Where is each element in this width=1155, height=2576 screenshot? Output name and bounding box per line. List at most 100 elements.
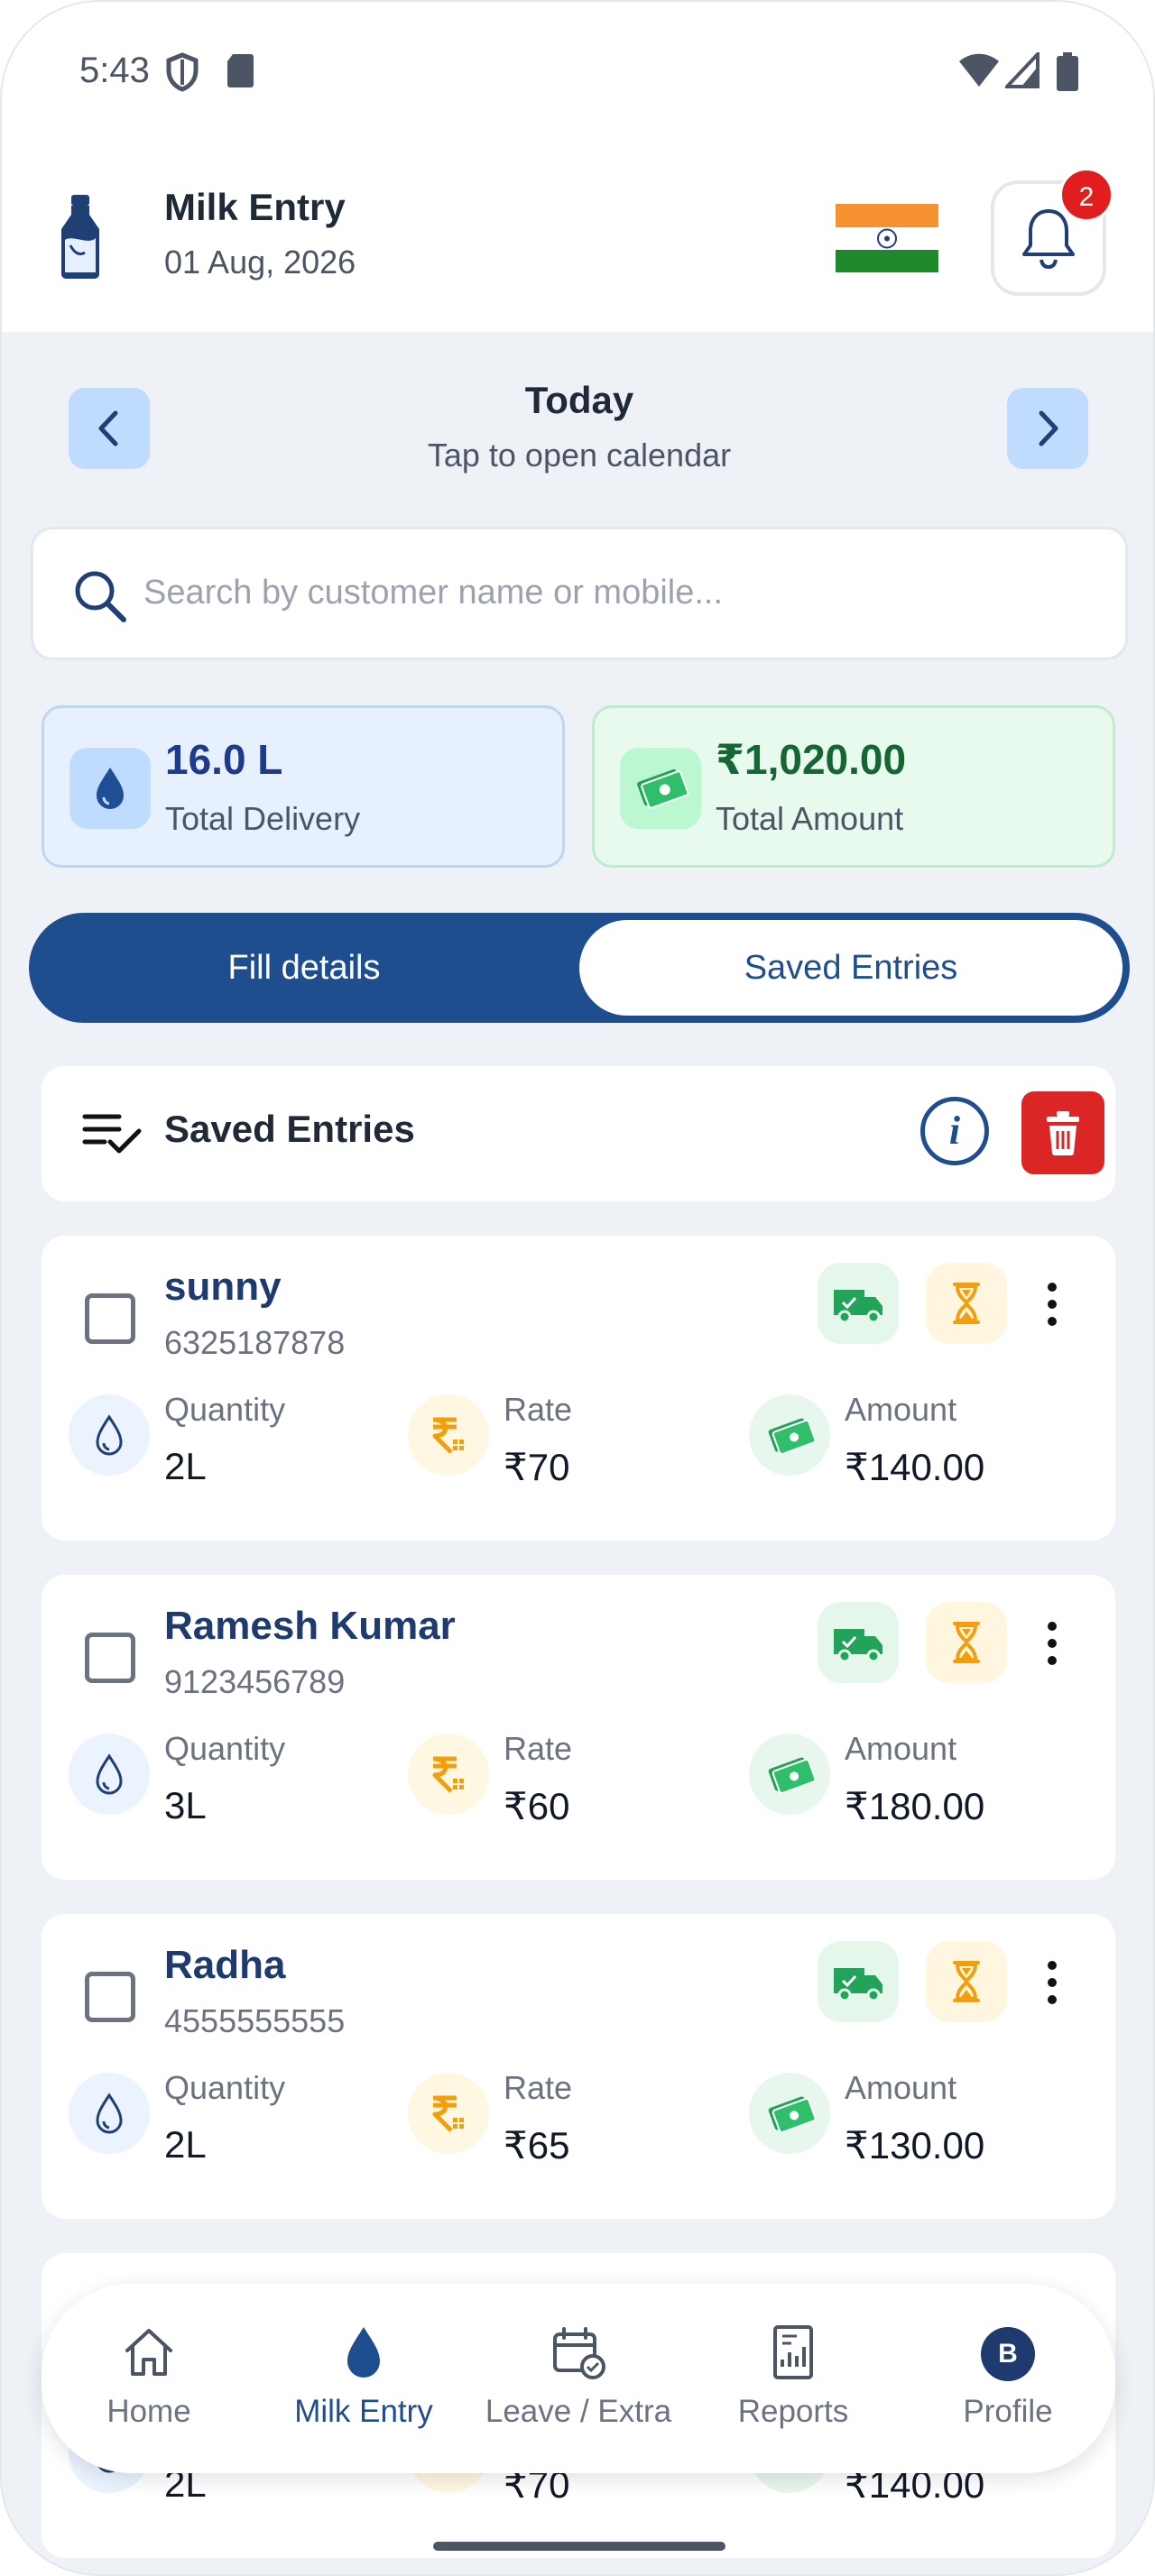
total-delivery-value: 16.0 L: [165, 736, 283, 783]
total-amount-card: ₹1,020.00 Total Amount: [592, 705, 1115, 868]
quantity-value: 2L: [164, 1445, 207, 1487]
delivery-status-button[interactable]: [818, 1263, 899, 1344]
calendar-check-icon: [553, 2327, 605, 2379]
milk-bottle-icon: [61, 195, 99, 279]
bottom-navigation: Home Milk Entry Leave / Extra Reports B …: [42, 2284, 1115, 2473]
truck-icon: [834, 1968, 882, 2002]
tab-saved-entries[interactable]: Saved Entries: [579, 920, 1123, 1016]
delete-button[interactable]: [1021, 1091, 1104, 1174]
battery-icon: [1057, 52, 1078, 91]
more-options-button[interactable]: [1034, 1957, 1070, 2011]
pending-status-button[interactable]: [926, 1602, 1007, 1683]
cash-icon: [620, 748, 701, 829]
entry-card[interactable]: Ramesh Kumar 9123456789 Quantity 3L Rate…: [42, 1575, 1115, 1880]
signal-icon: [1005, 52, 1040, 88]
hourglass-icon: [953, 1961, 980, 2002]
notification-badge: 2: [1059, 168, 1113, 222]
avatar: B: [981, 2327, 1035, 2381]
nav-leave-extra-label: Leave / Extra: [485, 2394, 672, 2429]
cash-icon: [749, 1734, 830, 1815]
more-options-button[interactable]: [1034, 1279, 1070, 1333]
drop-icon: [69, 748, 151, 829]
quantity-label: Quantity: [164, 2069, 286, 2106]
nav-milk-entry-label: Milk Entry: [294, 2394, 433, 2429]
search-icon: [75, 571, 126, 622]
total-delivery-card: 16.0 L Total Delivery: [42, 705, 565, 868]
hourglass-icon: [953, 1622, 980, 1663]
entry-checkbox[interactable]: [85, 1293, 135, 1344]
report-icon: [773, 2325, 813, 2379]
tab-fill-details[interactable]: Fill details: [29, 913, 579, 1023]
pending-status-button[interactable]: [926, 1263, 1007, 1344]
search-input[interactable]: [143, 566, 1100, 620]
more-options-button[interactable]: [1034, 1618, 1070, 1672]
home-icon: [125, 2329, 172, 2376]
nav-home[interactable]: Home: [42, 2284, 256, 2473]
drop-icon: [347, 2327, 380, 2378]
quantity-value: 2L: [164, 2123, 207, 2166]
quantity-label: Quantity: [164, 1391, 286, 1428]
customer-mobile: 9123456789: [164, 1663, 346, 1700]
nav-reports-label: Reports: [737, 2394, 849, 2429]
truck-icon: [834, 1290, 882, 1324]
entry-card[interactable]: Radha 4555555555 Quantity 2L Rate ₹65 Am…: [42, 1914, 1115, 2219]
delivery-status-button[interactable]: [818, 1602, 899, 1683]
trash-icon: [1047, 1111, 1079, 1155]
customer-name: Ramesh Kumar: [164, 1604, 456, 1648]
nav-milk-entry[interactable]: Milk Entry: [256, 2284, 471, 2473]
entry-checkbox[interactable]: [85, 1972, 135, 2022]
pending-status-button[interactable]: [926, 1941, 1007, 2022]
app-header: Milk Entry 01 Aug, 2026 2: [2, 146, 1153, 332]
drop-icon: [69, 2073, 150, 2154]
rate-label: Rate: [504, 2069, 573, 2106]
rate-value: ₹70: [504, 1446, 570, 1488]
status-bar: 5:43: [2, 2, 1153, 146]
cash-icon: [749, 1394, 830, 1476]
total-delivery-label: Total Delivery: [165, 800, 361, 837]
rate-value: ₹65: [504, 2124, 570, 2167]
customer-mobile: 6325187878: [164, 1324, 346, 1361]
total-amount-label: Total Amount: [716, 800, 904, 837]
wifi-icon: [959, 53, 999, 87]
quantity-label: Quantity: [164, 1730, 286, 1767]
info-button[interactable]: i: [920, 1097, 989, 1165]
checklist-icon: [82, 1114, 142, 1154]
customer-name: Radha: [164, 1943, 286, 1987]
total-amount-value: ₹1,020.00: [716, 736, 907, 783]
view-toggle: Fill details Saved Entries: [29, 913, 1130, 1023]
rupee-icon: [408, 1394, 489, 1476]
delivery-status-button[interactable]: [818, 1941, 899, 2022]
entry-checkbox[interactable]: [85, 1633, 135, 1683]
nav-profile[interactable]: B Profile: [901, 2284, 1115, 2473]
entry-card[interactable]: sunny 6325187878 Quantity 2L Rate ₹70 Am…: [42, 1236, 1115, 1541]
header-date: 01 Aug, 2026: [164, 244, 356, 281]
rupee-icon: [408, 2073, 489, 2154]
nav-leave-extra[interactable]: Leave / Extra: [471, 2284, 686, 2473]
chevron-right-icon: [1039, 410, 1058, 446]
date-subtitle[interactable]: Tap to open calendar: [2, 437, 1153, 474]
phone-screen: 5:43 Milk Entry 01 Aug, 2026 2 Today Tap…: [0, 0, 1155, 2576]
truck-icon: [834, 1629, 882, 1663]
sd-card-icon: [227, 54, 254, 87]
amount-value: ₹140.00: [845, 1446, 985, 1488]
amount-value: ₹130.00: [845, 2124, 985, 2167]
customer-name: sunny: [164, 1265, 282, 1309]
quantity-value: 3L: [164, 1784, 207, 1826]
search-box: [31, 527, 1128, 660]
date-title[interactable]: Today: [2, 379, 1153, 422]
more-vertical-icon: [1034, 1283, 1070, 1326]
hourglass-icon: [953, 1283, 980, 1324]
amount-label: Amount: [845, 1730, 957, 1767]
nav-reports[interactable]: Reports: [686, 2284, 901, 2473]
shield-icon: [166, 52, 199, 92]
next-day-button[interactable]: [1007, 388, 1088, 469]
saved-entries-title: Saved Entries: [164, 1108, 415, 1150]
india-flag-icon: [836, 204, 938, 272]
drop-icon: [69, 1394, 150, 1476]
nav-profile-label: Profile: [963, 2394, 1053, 2429]
amount-label: Amount: [845, 1391, 957, 1428]
more-vertical-icon: [1034, 1622, 1070, 1665]
home-indicator[interactable]: [433, 2542, 725, 2551]
more-vertical-icon: [1034, 1961, 1070, 2004]
saved-entries-header: Saved Entries i: [42, 1066, 1115, 1201]
